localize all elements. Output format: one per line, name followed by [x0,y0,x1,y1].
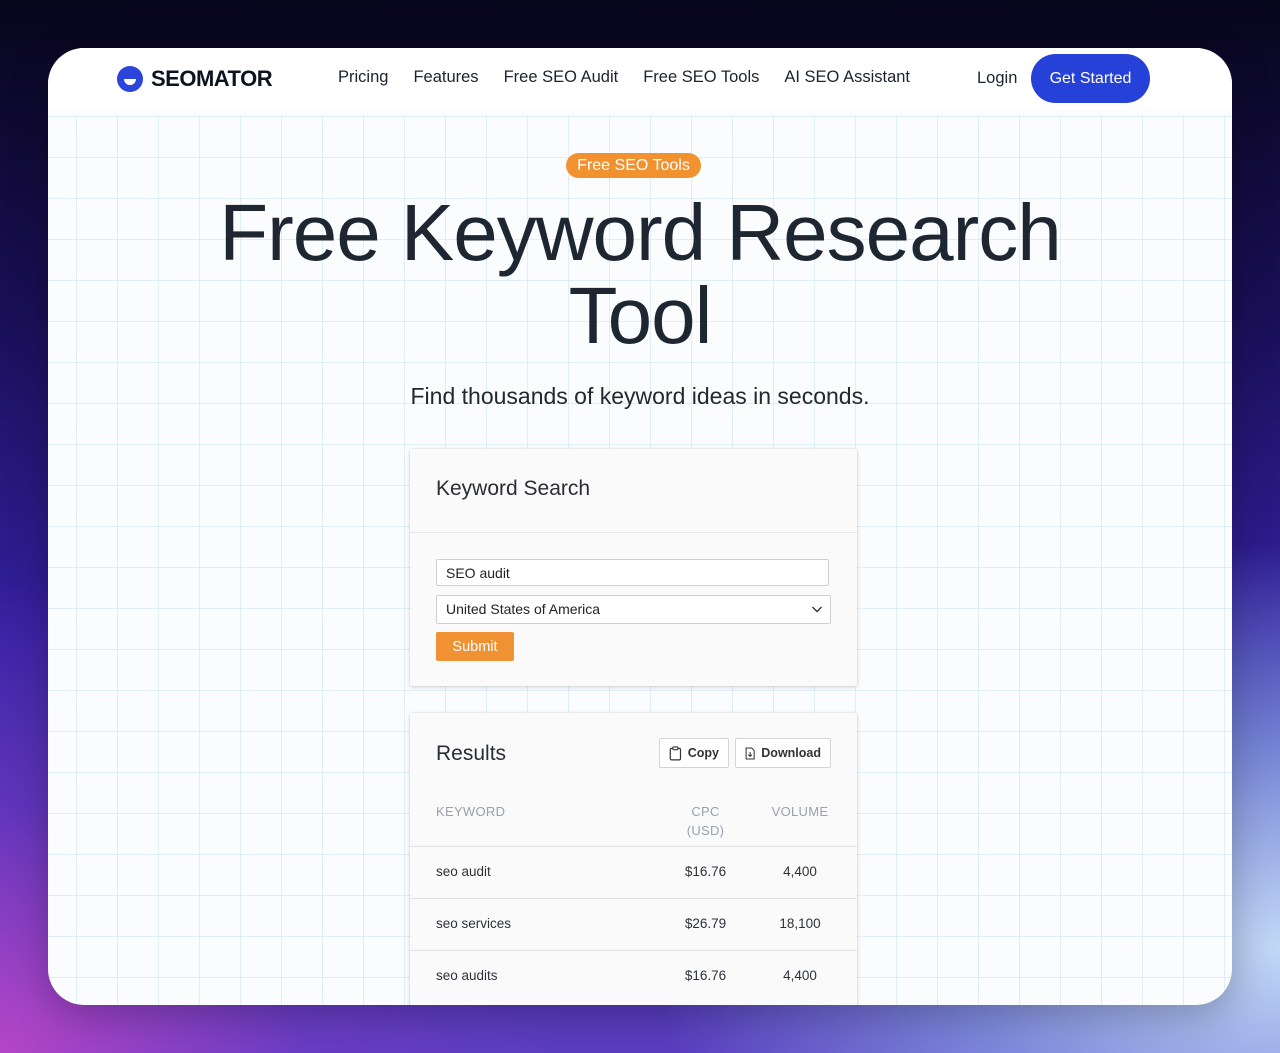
table-row: seo audits $16.76 4,400 [410,950,857,1003]
keyword-search-card: Keyword Search SEO audit United States o… [410,449,857,686]
cpc-header-line1: CPC [691,804,720,819]
cpc-cell: $16.76 [684,864,727,879]
volume-cell: 4,400 [783,968,817,983]
column-header-keyword[interactable]: KEYWORD [436,802,505,821]
country-select-value: United States of America [446,601,601,617]
nav-features[interactable]: Features [413,68,478,87]
site-header: SEOMATOR Pricing Features Free SEO Audit… [48,48,1232,110]
results-card: Results Copy Download KEYWORD CPC (USD) … [410,713,857,1005]
keyword-search-header: Keyword Search [410,449,857,533]
nav-pricing[interactable]: Pricing [338,68,388,87]
table-row: seo audit $16.76 4,400 [410,846,857,899]
keyword-search-title: Keyword Search [436,477,591,500]
copy-label: Copy [687,746,719,760]
login-link[interactable]: Login [977,69,1017,88]
logo-icon [117,66,143,92]
column-header-volume[interactable]: VOLUME [767,802,833,821]
volume-cell: 4,400 [783,864,817,879]
chevron-down-icon [812,606,822,613]
table-row: seo services $26.79 18,100 [410,898,857,951]
country-select[interactable]: United States of America [436,595,831,624]
page-title: Free Keyword Research Tool [219,188,1062,360]
keyword-cell: seo audit [436,864,491,879]
clipboard-icon [669,745,682,760]
copy-button[interactable]: Copy [659,738,729,768]
download-file-icon [745,746,755,760]
cpc-cell: $26.79 [684,916,727,931]
keyword-cell: seo audits [436,968,498,983]
results-title: Results [436,742,507,765]
main-nav: Pricing Features Free SEO Audit Free SEO… [338,68,910,87]
logo-text: SEOMATOR [151,66,273,91]
page-subtitle: Find thousands of keyword ideas in secon… [410,383,870,409]
cpc-header-line2: (USD) [686,823,725,838]
free-seo-tools-badge: Free SEO Tools [566,153,701,178]
keyword-input[interactable]: SEO audit [436,559,829,586]
column-header-cpc[interactable]: CPC (USD) [678,802,733,840]
nav-free-seo-tools[interactable]: Free SEO Tools [643,68,759,87]
download-button[interactable]: Download [735,738,831,768]
logo[interactable]: SEOMATOR [117,66,273,92]
cpc-cell: $16.76 [684,968,727,983]
submit-button[interactable]: Submit [436,632,514,661]
volume-cell: 18,100 [779,916,821,931]
nav-ai-seo-assistant[interactable]: AI SEO Assistant [784,68,910,87]
get-started-button[interactable]: Get Started [1031,54,1150,103]
page-frame: SEOMATOR Pricing Features Free SEO Audit… [48,48,1232,1005]
download-label: Download [761,746,821,760]
keyword-cell: seo services [436,916,512,931]
nav-free-seo-audit[interactable]: Free SEO Audit [504,68,619,87]
